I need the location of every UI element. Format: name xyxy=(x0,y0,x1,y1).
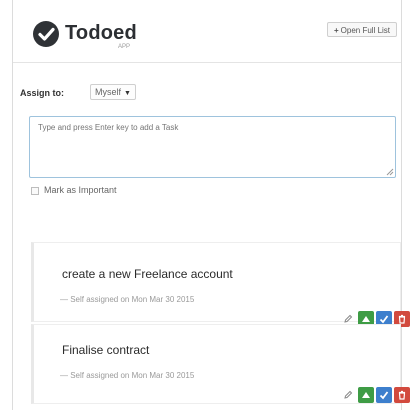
logo-check-icon xyxy=(33,21,59,47)
task-title: create a new Freelance account xyxy=(62,267,233,281)
assign-label: Assign to: xyxy=(20,88,64,98)
task-title: Finalise contract xyxy=(62,343,150,357)
arrow-up-icon xyxy=(362,316,370,322)
task-actions xyxy=(342,387,412,403)
app-panel: Todoed APP + Open Full List Assign to: My… xyxy=(12,0,410,410)
resize-grip-icon[interactable] xyxy=(386,168,394,176)
trash-icon xyxy=(398,390,406,400)
open-full-list-button[interactable]: + Open Full List xyxy=(327,22,398,37)
important-checkbox[interactable] xyxy=(31,186,39,195)
check-icon xyxy=(379,315,389,324)
assign-select[interactable]: Myself ▼ xyxy=(90,84,136,100)
mark-important-option[interactable]: Mark as Important xyxy=(31,185,117,195)
assign-select-value: Myself xyxy=(95,87,122,97)
header: Todoed APP + Open Full List xyxy=(13,0,401,63)
caret-down-icon: ▼ xyxy=(124,90,131,97)
logo-text: Todoed xyxy=(65,22,137,44)
complete-button[interactable] xyxy=(376,387,392,403)
task-input[interactable] xyxy=(29,116,396,178)
logo-tagline: APP xyxy=(118,44,131,50)
task-list: create a new Freelance account — Self as… xyxy=(31,242,410,410)
task-item: create a new Freelance account — Self as… xyxy=(31,242,410,327)
mark-important-label: Mark as Important xyxy=(44,185,117,195)
check-icon xyxy=(379,391,389,400)
task-meta: — Self assigned on Mon Mar 30 2015 xyxy=(60,295,195,304)
arrow-up-icon xyxy=(362,392,370,398)
task-meta: — Self assigned on Mon Mar 30 2015 xyxy=(60,371,195,380)
move-up-button[interactable] xyxy=(358,387,374,403)
open-full-list-label: Open Full List xyxy=(340,26,391,35)
plus-icon: + xyxy=(334,26,339,35)
trash-icon xyxy=(398,314,406,324)
edit-icon[interactable] xyxy=(342,389,354,401)
task-item: Finalise contract — Self assigned on Mon… xyxy=(31,324,410,404)
delete-button[interactable] xyxy=(394,387,410,403)
